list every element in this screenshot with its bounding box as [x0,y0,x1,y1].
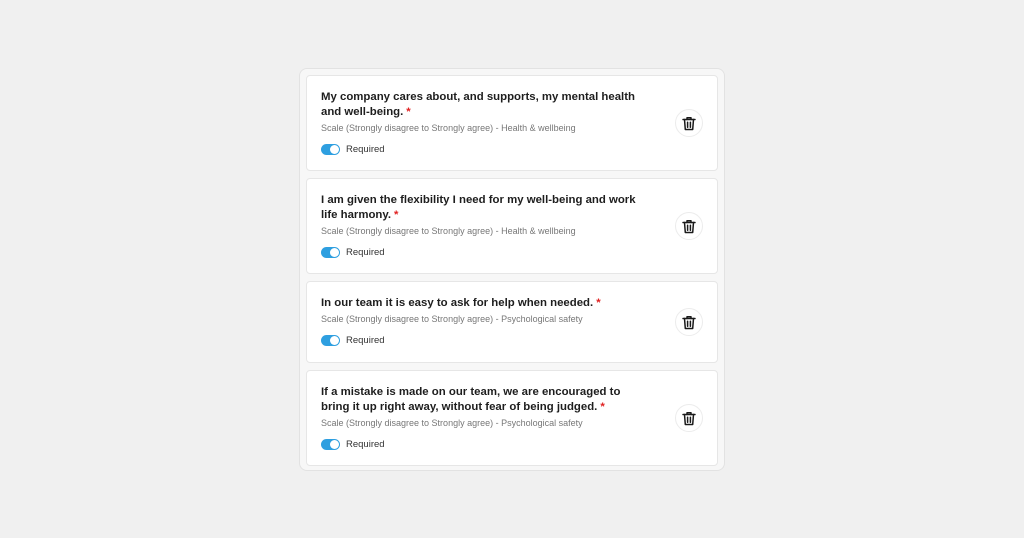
question-card: My company cares about, and supports, my… [306,75,718,171]
toggle-knob [330,248,339,257]
question-list-panel: My company cares about, and supports, my… [299,68,725,471]
trash-icon [682,219,696,233]
required-asterisk: * [394,209,399,221]
toggle-knob [330,145,339,154]
required-row: Required [321,144,637,155]
question-type-category: Scale (Strongly disagree to Strongly agr… [321,123,576,133]
required-row: Required [321,439,637,450]
required-toggle[interactable] [321,439,340,450]
question-type-category: Scale (Strongly disagree to Strongly agr… [321,418,583,428]
required-toggle[interactable] [321,247,340,258]
trash-icon [682,411,696,425]
required-label: Required [346,335,385,346]
required-toggle[interactable] [321,335,340,346]
required-label: Required [346,439,385,450]
required-row: Required [321,335,637,346]
delete-question-button[interactable] [675,212,703,240]
delete-question-button[interactable] [675,404,703,432]
required-label: Required [346,247,385,258]
trash-icon [682,116,696,130]
required-asterisk: * [596,297,601,309]
question-card: I am given the flexibility I need for my… [306,178,718,274]
question-type-category: Scale (Strongly disagree to Strongly agr… [321,314,583,324]
question-title: If a mistake is made on our team, we are… [321,386,621,413]
question-title: I am given the flexibility I need for my… [321,194,636,221]
question-title: My company cares about, and supports, my… [321,91,635,118]
required-row: Required [321,247,637,258]
question-type-category: Scale (Strongly disagree to Strongly agr… [321,226,576,236]
delete-question-button[interactable] [675,109,703,137]
required-toggle[interactable] [321,144,340,155]
required-asterisk: * [600,401,605,413]
question-card: In our team it is easy to ask for help w… [306,281,718,363]
delete-question-button[interactable] [675,308,703,336]
trash-icon [682,315,696,329]
required-label: Required [346,144,385,155]
required-asterisk: * [406,106,411,118]
toggle-knob [330,336,339,345]
toggle-knob [330,440,339,449]
question-card: If a mistake is made on our team, we are… [306,370,718,466]
question-title: In our team it is easy to ask for help w… [321,297,601,309]
